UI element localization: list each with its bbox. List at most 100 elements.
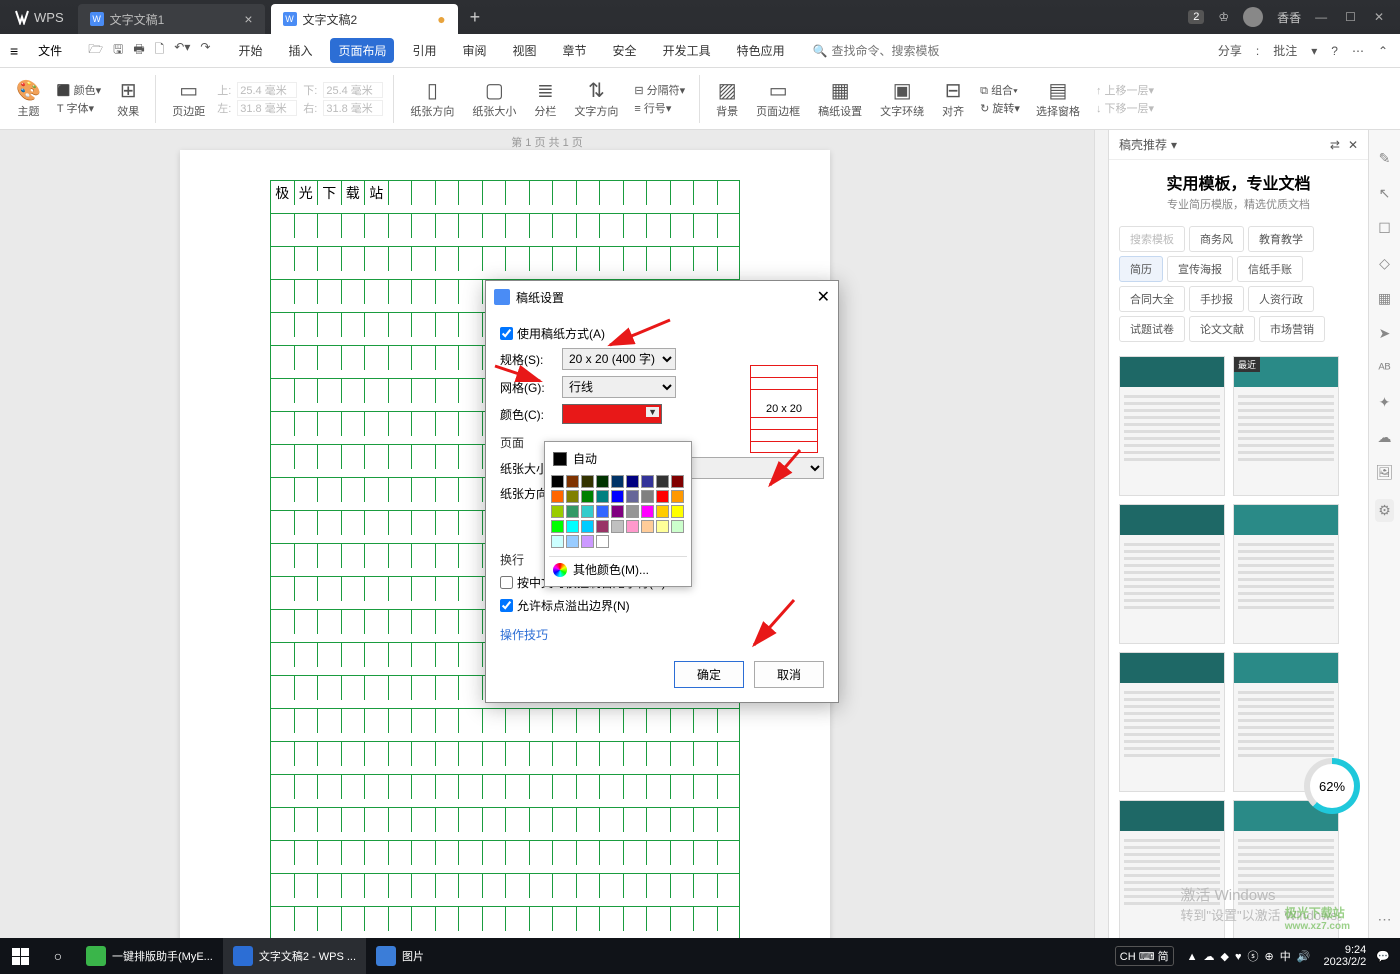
menu-tab-insert[interactable]: 插入 (280, 38, 320, 63)
color-swatch[interactable] (611, 475, 624, 488)
color-swatch[interactable] (581, 505, 594, 518)
tool-star-icon[interactable]: ✦ (1379, 394, 1391, 411)
use-manuscript-checkbox[interactable] (500, 327, 513, 340)
tool-pen-icon[interactable]: ✎ (1379, 150, 1391, 167)
color-swatch[interactable] (656, 490, 669, 503)
combine-button[interactable]: ⧉ 组合▾ (980, 82, 1020, 98)
color-swatch[interactable] (551, 535, 564, 548)
more-colors-option[interactable]: 其他颜色(M)... (549, 556, 687, 582)
grid-select[interactable]: 行线 (562, 376, 676, 398)
color-swatch[interactable] (641, 475, 654, 488)
margin-top-input[interactable] (237, 82, 297, 98)
tips-link[interactable]: 操作技巧 (500, 626, 824, 643)
color-swatch[interactable] (671, 490, 684, 503)
align-button[interactable]: ⊟对齐 (936, 78, 970, 119)
hamburger-icon[interactable]: ≡ (6, 43, 22, 59)
cat-contract[interactable]: 合同大全 (1119, 286, 1185, 312)
redo-icon[interactable]: ↷ (200, 40, 210, 61)
tray-icon[interactable]: ♥ (1235, 951, 1242, 963)
panel-settings-icon[interactable]: ⇄ (1330, 138, 1340, 152)
cat-poster[interactable]: 宣传海报 (1167, 256, 1233, 282)
tool-gear-icon[interactable]: ⚙ (1375, 499, 1394, 522)
color-swatch[interactable] (581, 490, 594, 503)
dialog-close-icon[interactable]: ✕ (817, 287, 830, 307)
menu-tab-start[interactable]: 开始 (230, 38, 270, 63)
color-swatch[interactable] (626, 505, 639, 518)
maximize-icon[interactable]: ☐ (1345, 10, 1356, 24)
paper-size-button[interactable]: ▢纸张大小 (466, 78, 522, 119)
template-item[interactable] (1233, 504, 1339, 644)
save-icon[interactable]: 🖫 (113, 40, 123, 61)
annotate-button[interactable]: 批注 (1273, 42, 1297, 59)
template-search[interactable]: 搜索模板 (1119, 226, 1185, 252)
cat-business[interactable]: 商务风 (1189, 226, 1244, 252)
menu-tab-dev[interactable]: 开发工具 (655, 38, 719, 63)
clock[interactable]: 9:24 2023/2/2 (1323, 944, 1366, 968)
cancel-button[interactable]: 取消 (754, 661, 824, 688)
tool-cursor-icon[interactable]: ↖ (1379, 185, 1391, 202)
menu-tab-security[interactable]: 安全 (605, 38, 645, 63)
selectpane-button[interactable]: ▤选择窗格 (1030, 78, 1086, 119)
color-swatch[interactable] (611, 490, 624, 503)
linenum-button[interactable]: ≡ 行号▾ (634, 100, 685, 116)
tool-image-icon[interactable]: 🖼 (1376, 464, 1394, 481)
tray-icon[interactable]: 🔊 (1297, 951, 1311, 963)
tray-icon[interactable]: 中 (1280, 951, 1291, 963)
color-swatch[interactable] (596, 535, 609, 548)
notifications-icon[interactable]: 💬 (1376, 950, 1390, 963)
border-button[interactable]: ▭页面边框 (750, 78, 806, 119)
app-logo[interactable]: WPS (6, 9, 72, 25)
help-icon[interactable]: ? (1331, 44, 1338, 58)
color-swatch[interactable] (551, 490, 564, 503)
menu-tab-layout[interactable]: 页面布局 (330, 38, 394, 63)
collapse-icon[interactable]: ⌃ (1378, 44, 1388, 58)
color-picker-button[interactable] (562, 404, 662, 424)
tool-more-icon[interactable]: ⋯ (1378, 911, 1392, 928)
color-swatch[interactable] (656, 505, 669, 518)
tray-icon[interactable]: ⊕ (1265, 951, 1274, 963)
crown-icon[interactable]: ♔ (1218, 10, 1229, 24)
taskbar-search-icon[interactable]: ○ (40, 938, 76, 974)
color-swatch[interactable] (596, 490, 609, 503)
cjk-rule-checkbox[interactable] (500, 576, 513, 589)
template-item[interactable] (1119, 652, 1225, 792)
color-swatch[interactable] (641, 520, 654, 533)
taskbar-item-2[interactable]: 文字文稿2 - WPS ... (223, 938, 366, 974)
color-swatch[interactable] (551, 505, 564, 518)
command-search[interactable]: 🔍 (813, 44, 952, 58)
background-button[interactable]: ▨背景 (710, 78, 744, 119)
new-tab-button[interactable]: + (458, 7, 493, 28)
manuscript-button[interactable]: ▦稿纸设置 (812, 78, 868, 119)
color-swatch[interactable] (611, 520, 624, 533)
tray-icon[interactable]: ◆ (1221, 951, 1229, 963)
margin-bottom-input[interactable] (323, 82, 383, 98)
margin-left-input[interactable] (237, 100, 297, 116)
tool-abc-icon[interactable]: ᴬᴮ (1378, 360, 1390, 376)
columns-button[interactable]: ≣分栏 (528, 78, 562, 119)
tab-doc2[interactable]: W 文字文稿2 ● (271, 4, 458, 34)
font-button[interactable]: T 字体▾ (57, 100, 101, 116)
rotate-button[interactable]: ↻ 旋转▾ (980, 100, 1020, 116)
taskbar-item-1[interactable]: 一键排版助手(MyE... (76, 938, 223, 974)
color-swatch[interactable] (641, 490, 654, 503)
tray-icon[interactable]: ▲ (1187, 951, 1198, 963)
tool-arrow-icon[interactable]: ➤ (1379, 325, 1391, 342)
file-menu[interactable]: 文件 (32, 42, 68, 59)
color-button[interactable]: ⬛ 颜色▾ (57, 82, 101, 98)
color-swatch[interactable] (596, 520, 609, 533)
break-button[interactable]: ⊟ 分隔符▾ (634, 82, 685, 98)
color-swatch[interactable] (551, 475, 564, 488)
print-icon[interactable]: 🖶 (133, 40, 144, 61)
start-button[interactable] (0, 938, 40, 974)
color-swatch[interactable] (566, 535, 579, 548)
wrap-button[interactable]: ▣文字环绕 (874, 78, 930, 119)
cat-paper[interactable]: 论文文献 (1189, 316, 1255, 342)
cat-hr[interactable]: 人资行政 (1248, 286, 1314, 312)
close-icon[interactable]: ✕ (1374, 10, 1384, 24)
dropdown-icon[interactable]: ▾ (1171, 138, 1177, 152)
undo-icon[interactable]: ↶▾ (174, 40, 190, 61)
auto-color-option[interactable]: 自动 (549, 446, 687, 471)
cat-marketing[interactable]: 市场营销 (1259, 316, 1325, 342)
menu-tab-view[interactable]: 视图 (505, 38, 545, 63)
tab-doc1[interactable]: W 文字文稿1 × (78, 4, 265, 34)
